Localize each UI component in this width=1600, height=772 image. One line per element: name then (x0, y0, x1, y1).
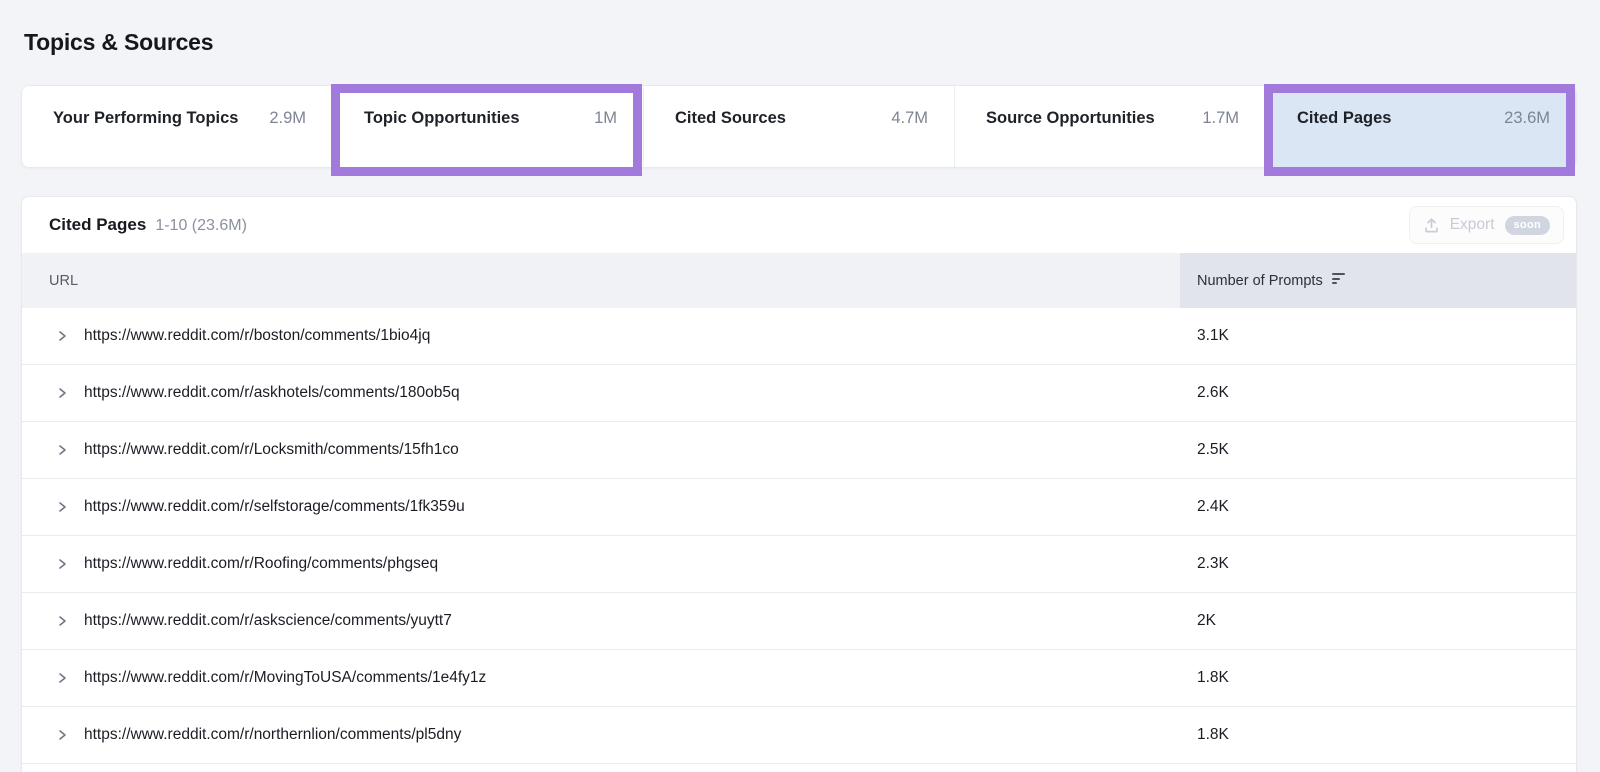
chevron-right-icon[interactable] (56, 558, 68, 570)
cited-pages-card: Cited Pages 1-10 (23.6M) Export soon URL … (21, 196, 1577, 772)
upload-icon (1423, 217, 1440, 234)
tab-label: Cited Sources (675, 106, 879, 130)
table-row[interactable]: https://www.reddit.com/r/askscience/comm… (22, 593, 1576, 650)
tab-label: Your Performing Topics (53, 106, 257, 130)
tab-cited-pages[interactable]: Cited Pages 23.6M (1265, 86, 1576, 167)
table-title: Cited Pages (49, 215, 146, 234)
row-url[interactable]: https://www.reddit.com/r/Roofing/comment… (84, 555, 1180, 573)
table-row[interactable]: https://www.reddit.com/r/Roofing/comment… (22, 536, 1576, 593)
column-header-number-of-prompts-label: Number of Prompts (1197, 273, 1323, 289)
table-header-bar: Cited Pages 1-10 (23.6M) Export soon (22, 197, 1576, 253)
row-prompt-count: 2.4K (1180, 498, 1576, 516)
table-row[interactable]: https://www.reddit.com/r/selfstorage/com… (22, 479, 1576, 536)
row-prompt-count: 1.8K (1180, 669, 1576, 687)
chevron-right-icon[interactable] (56, 330, 68, 342)
row-prompt-count: 3.1K (1180, 327, 1576, 345)
row-prompt-count: 2.5K (1180, 441, 1576, 459)
table-title-group: Cited Pages 1-10 (23.6M) (49, 215, 247, 235)
row-url[interactable]: https://www.reddit.com/r/Locksmith/comme… (84, 441, 1180, 459)
tab-label: Cited Pages (1297, 106, 1492, 130)
export-button[interactable]: Export soon (1409, 206, 1564, 244)
table-column-headers: URL Number of Prompts (22, 253, 1576, 308)
chevron-right-icon[interactable] (56, 501, 68, 513)
chevron-right-icon[interactable] (56, 672, 68, 684)
table-range: 1-10 (23.6M) (155, 217, 247, 234)
tab-topic-opportunities[interactable]: Topic Opportunities 1M (332, 86, 643, 167)
row-url[interactable]: https://www.reddit.com/r/northernlion/co… (84, 726, 1180, 744)
chevron-right-icon[interactable] (56, 729, 68, 741)
tab-label: Source Opportunities (986, 106, 1190, 130)
table-row[interactable]: https://www.reddit.com/r/northernlion/co… (22, 707, 1576, 764)
page-title: Topics & Sources (24, 29, 213, 56)
tab-your-performing-topics[interactable]: Your Performing Topics 2.9M (22, 86, 332, 167)
tab-count: 1.7M (1202, 106, 1239, 130)
row-prompt-count: 2K (1180, 612, 1576, 630)
chevron-right-icon[interactable] (56, 387, 68, 399)
table-row[interactable]: https://www.reddit.com/r/boston/comments… (22, 308, 1576, 365)
table-row[interactable]: https://www.reddit.com/r/askhotels/comme… (22, 365, 1576, 422)
column-header-url[interactable]: URL (22, 253, 1180, 308)
row-url[interactable]: https://www.reddit.com/r/MovingToUSA/com… (84, 669, 1180, 687)
row-url[interactable]: https://www.reddit.com/r/selfstorage/com… (84, 498, 1180, 516)
chevron-right-icon[interactable] (56, 444, 68, 456)
metric-tabs: Your Performing Topics 2.9M Topic Opport… (21, 85, 1577, 168)
column-header-number-of-prompts[interactable]: Number of Prompts (1180, 253, 1576, 308)
row-prompt-count: 2.6K (1180, 384, 1576, 402)
table-row[interactable]: https://www.reddit.com/r/Locksmith/comme… (22, 422, 1576, 479)
row-prompt-count: 1.8K (1180, 726, 1576, 744)
row-url[interactable]: https://www.reddit.com/r/boston/comments… (84, 327, 1180, 345)
annotation-highlight-box (1264, 84, 1575, 176)
chevron-right-icon[interactable] (56, 615, 68, 627)
tab-label: Topic Opportunities (364, 106, 582, 130)
tab-source-opportunities[interactable]: Source Opportunities 1.7M (954, 86, 1265, 167)
tab-count: 4.7M (891, 106, 928, 130)
tab-count: 1M (594, 106, 617, 130)
table-row[interactable]: https://www.reddit.com/r/MovingToUSA/com… (22, 650, 1576, 707)
row-url[interactable]: https://www.reddit.com/r/askscience/comm… (84, 612, 1180, 630)
tab-count: 2.9M (269, 106, 306, 130)
row-url[interactable]: https://www.reddit.com/r/askhotels/comme… (84, 384, 1180, 402)
annotation-highlight-box (331, 84, 642, 176)
row-prompt-count: 2.3K (1180, 555, 1576, 573)
tab-count: 23.6M (1504, 106, 1550, 130)
tab-cited-sources[interactable]: Cited Sources 4.7M (643, 86, 954, 167)
export-label: Export (1450, 216, 1495, 234)
table-body: https://www.reddit.com/r/boston/comments… (22, 308, 1576, 764)
sort-descending-icon[interactable] (1332, 273, 1346, 286)
soon-badge: soon (1505, 216, 1550, 235)
